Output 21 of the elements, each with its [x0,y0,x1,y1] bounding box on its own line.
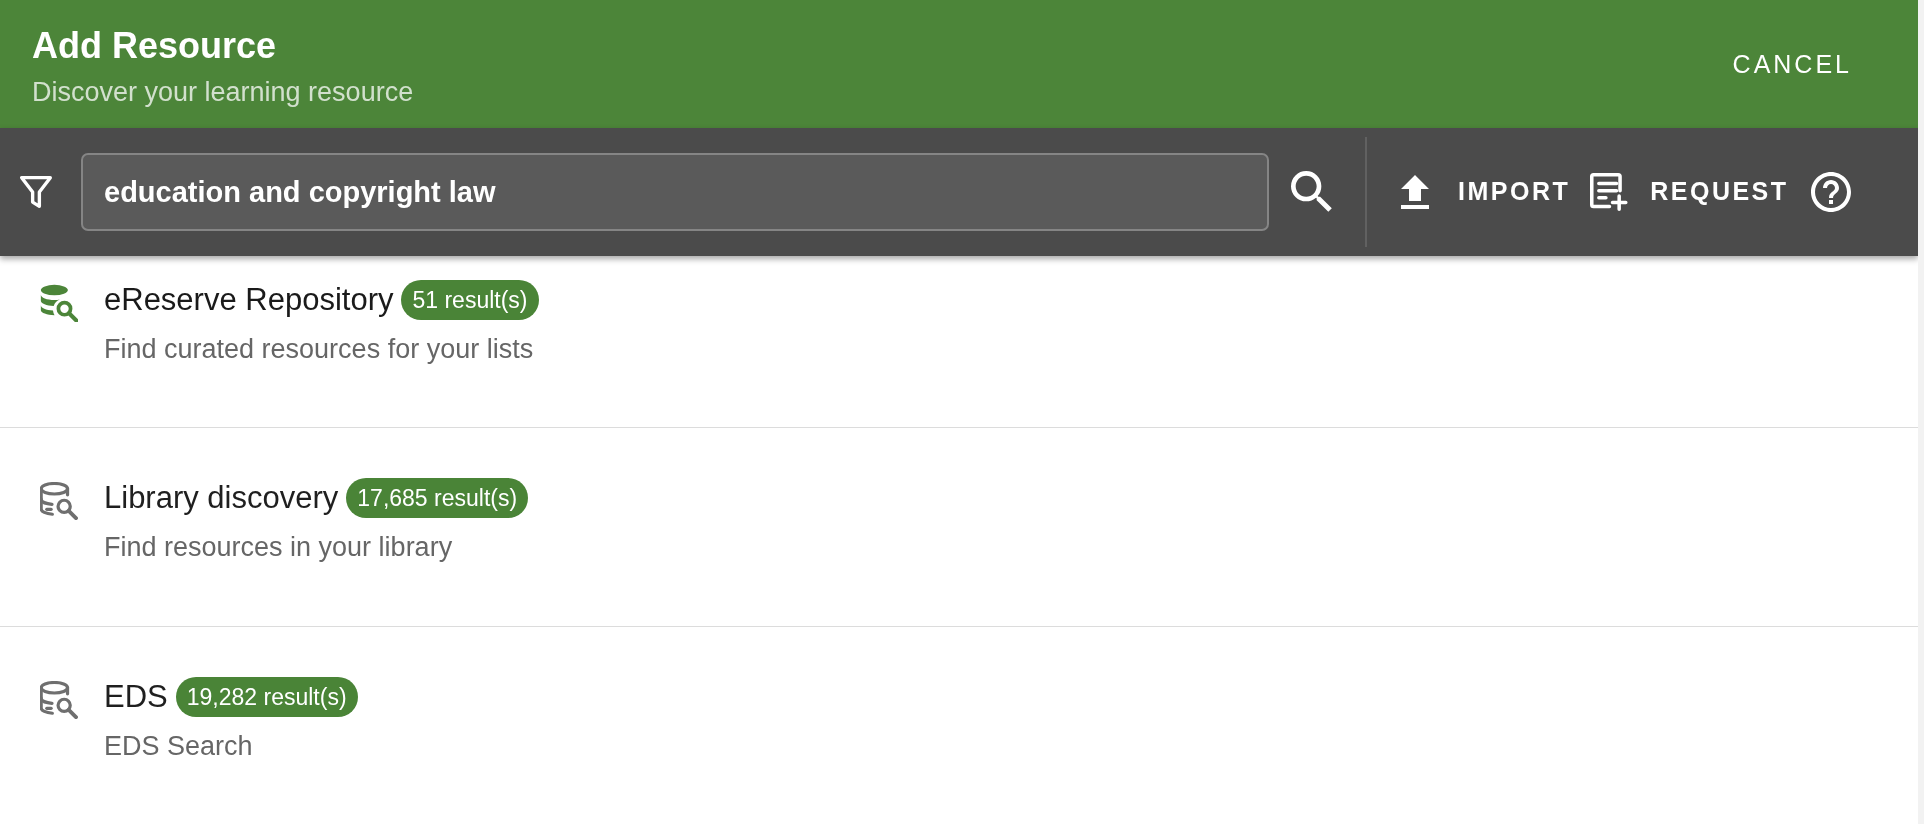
source-description: Find curated resources for your lists [104,333,535,366]
request-button[interactable]: REQUEST [1584,164,1795,220]
dialog-subtitle: Discover your learning resource [32,76,414,109]
source-title: Library discovery [104,479,339,517]
request-icon [1590,173,1629,211]
cancel-button[interactable]: CANCEL [1716,44,1868,86]
help-icon [1810,172,1851,212]
source-description: EDS Search [104,730,254,763]
source-title: EDS [104,678,168,716]
filter-icon [20,174,52,210]
help-button[interactable] [1808,170,1853,214]
upload-icon [1401,175,1429,209]
source-description: Find resources in your library [104,531,454,564]
result-count-badge: 19,282 result(s) [175,677,358,717]
import-button[interactable]: IMPORT [1391,164,1581,220]
search-icon [1291,171,1333,213]
result-count-badge: 17,685 result(s) [346,478,529,518]
result-count-badge: 51 result(s) [401,280,539,320]
dialog-title: Add Resource [32,24,278,68]
search-field[interactable]: education and copyright law [81,153,1269,231]
source-title: eReserve Repository [104,281,394,319]
